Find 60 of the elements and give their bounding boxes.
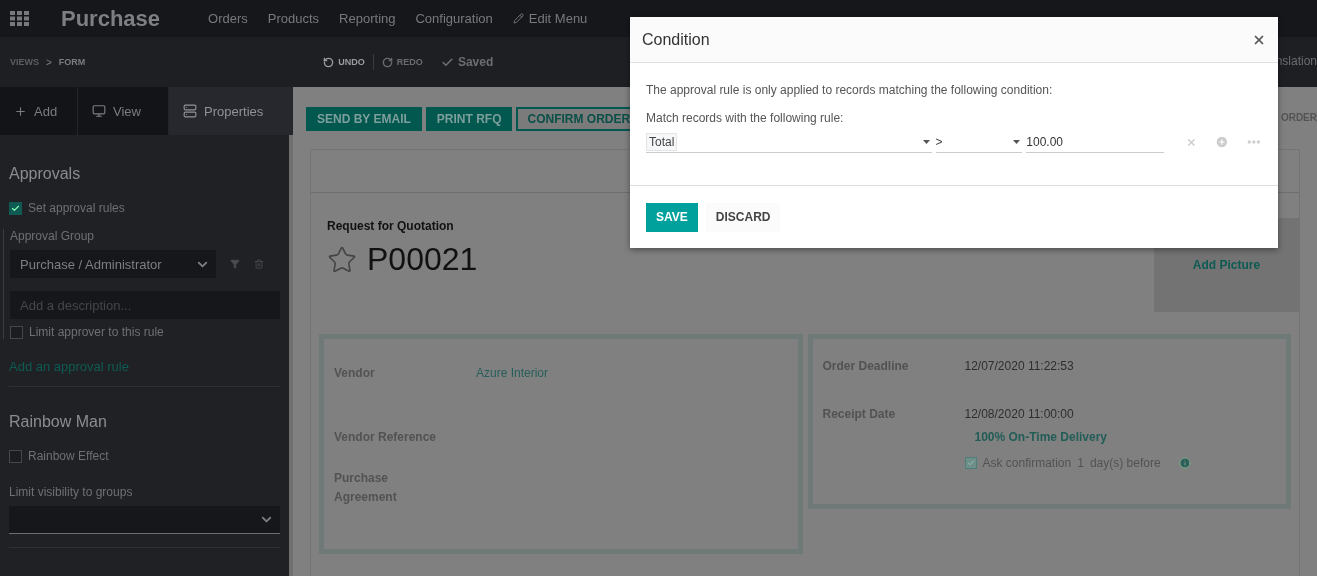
checkbox-label: Rainbow Effect xyxy=(28,449,109,463)
dialog-title: Condition xyxy=(642,30,710,49)
add-icon[interactable] xyxy=(1214,135,1229,149)
breadcrumb-item[interactable]: FORM xyxy=(58,57,86,67)
star-icon[interactable] xyxy=(327,244,357,275)
form-button[interactable]: PRINT RFQ xyxy=(425,107,513,131)
checkbox[interactable] xyxy=(9,449,22,463)
plus-icon xyxy=(14,104,27,118)
remove-icon[interactable] xyxy=(1185,136,1197,148)
info-icon[interactable] xyxy=(1178,457,1191,469)
apps-menu-icon[interactable] xyxy=(10,11,29,26)
menu-item[interactable]: Reporting xyxy=(339,11,396,26)
pencil-icon[interactable] xyxy=(512,13,524,24)
discard-button[interactable]: DISCARD xyxy=(705,202,781,232)
section-title: Rainbow Man xyxy=(9,413,108,431)
sidebar-tab[interactable]: Properties xyxy=(169,87,293,135)
save-button[interactable]: SAVE xyxy=(646,202,698,232)
field-value: 12/07/2020 11:22:53 xyxy=(964,358,1074,375)
breadcrumb-separator: > xyxy=(46,56,52,68)
checkbox[interactable] xyxy=(10,325,23,339)
caret-icon xyxy=(1013,139,1021,144)
trash-icon[interactable] xyxy=(254,259,264,269)
check-icon xyxy=(11,203,20,213)
groups-select[interactable] xyxy=(9,506,280,534)
on-time-delivery: 100% On-Time Delivery xyxy=(974,430,1108,444)
menu-item[interactable]: Orders xyxy=(208,11,248,26)
checkbox[interactable] xyxy=(964,457,977,469)
checkbox-label: Set approval rules xyxy=(28,201,125,215)
edit-menu-link[interactable]: Edit Menu xyxy=(528,11,588,26)
undo-button[interactable]: UNDO xyxy=(323,56,365,68)
redo-icon xyxy=(381,56,393,68)
dialog-text: The approval rule is only applied to records matching the following condition: xyxy=(646,83,1054,97)
value-field[interactable]: 100.00 xyxy=(1026,131,1165,153)
list-icon xyxy=(183,104,197,118)
app-title: Purchase xyxy=(61,5,161,32)
sidebar-tab[interactable]: View xyxy=(78,87,169,135)
menu-item[interactable]: Products xyxy=(267,11,320,26)
filter-icon[interactable] xyxy=(230,259,240,269)
check-icon xyxy=(440,55,454,69)
monitor-icon xyxy=(92,104,106,118)
checkbox-label: Limit approver to this rule xyxy=(29,325,164,339)
check-icon xyxy=(966,459,975,467)
undo-icon xyxy=(323,56,335,68)
document-name: P00021 xyxy=(367,241,478,278)
breadcrumb-item[interactable]: VIEWS xyxy=(10,57,39,67)
dialog-text: Match records with the following rule: xyxy=(646,111,845,125)
field-label: Limit visibility to groups xyxy=(9,485,134,499)
sidebar-tab[interactable]: Add xyxy=(0,87,78,135)
saved-status: Saved xyxy=(457,55,494,69)
field-value: 12/08/2020 11:00:00 xyxy=(964,406,1074,423)
menu-item[interactable]: Configuration xyxy=(415,11,493,26)
form-button[interactable]: SEND BY EMAIL xyxy=(306,107,422,131)
approval-group-select[interactable]: Purchase / Administrator xyxy=(10,250,216,278)
section-title: Approvals xyxy=(9,165,82,183)
field-select[interactable]: Total xyxy=(646,131,932,153)
caret-icon xyxy=(922,139,930,144)
document-type: Request for Quotation xyxy=(327,219,455,233)
operator-select[interactable]: > xyxy=(935,131,1023,153)
field-label: Approval Group xyxy=(10,229,96,243)
checkbox[interactable] xyxy=(9,201,22,215)
